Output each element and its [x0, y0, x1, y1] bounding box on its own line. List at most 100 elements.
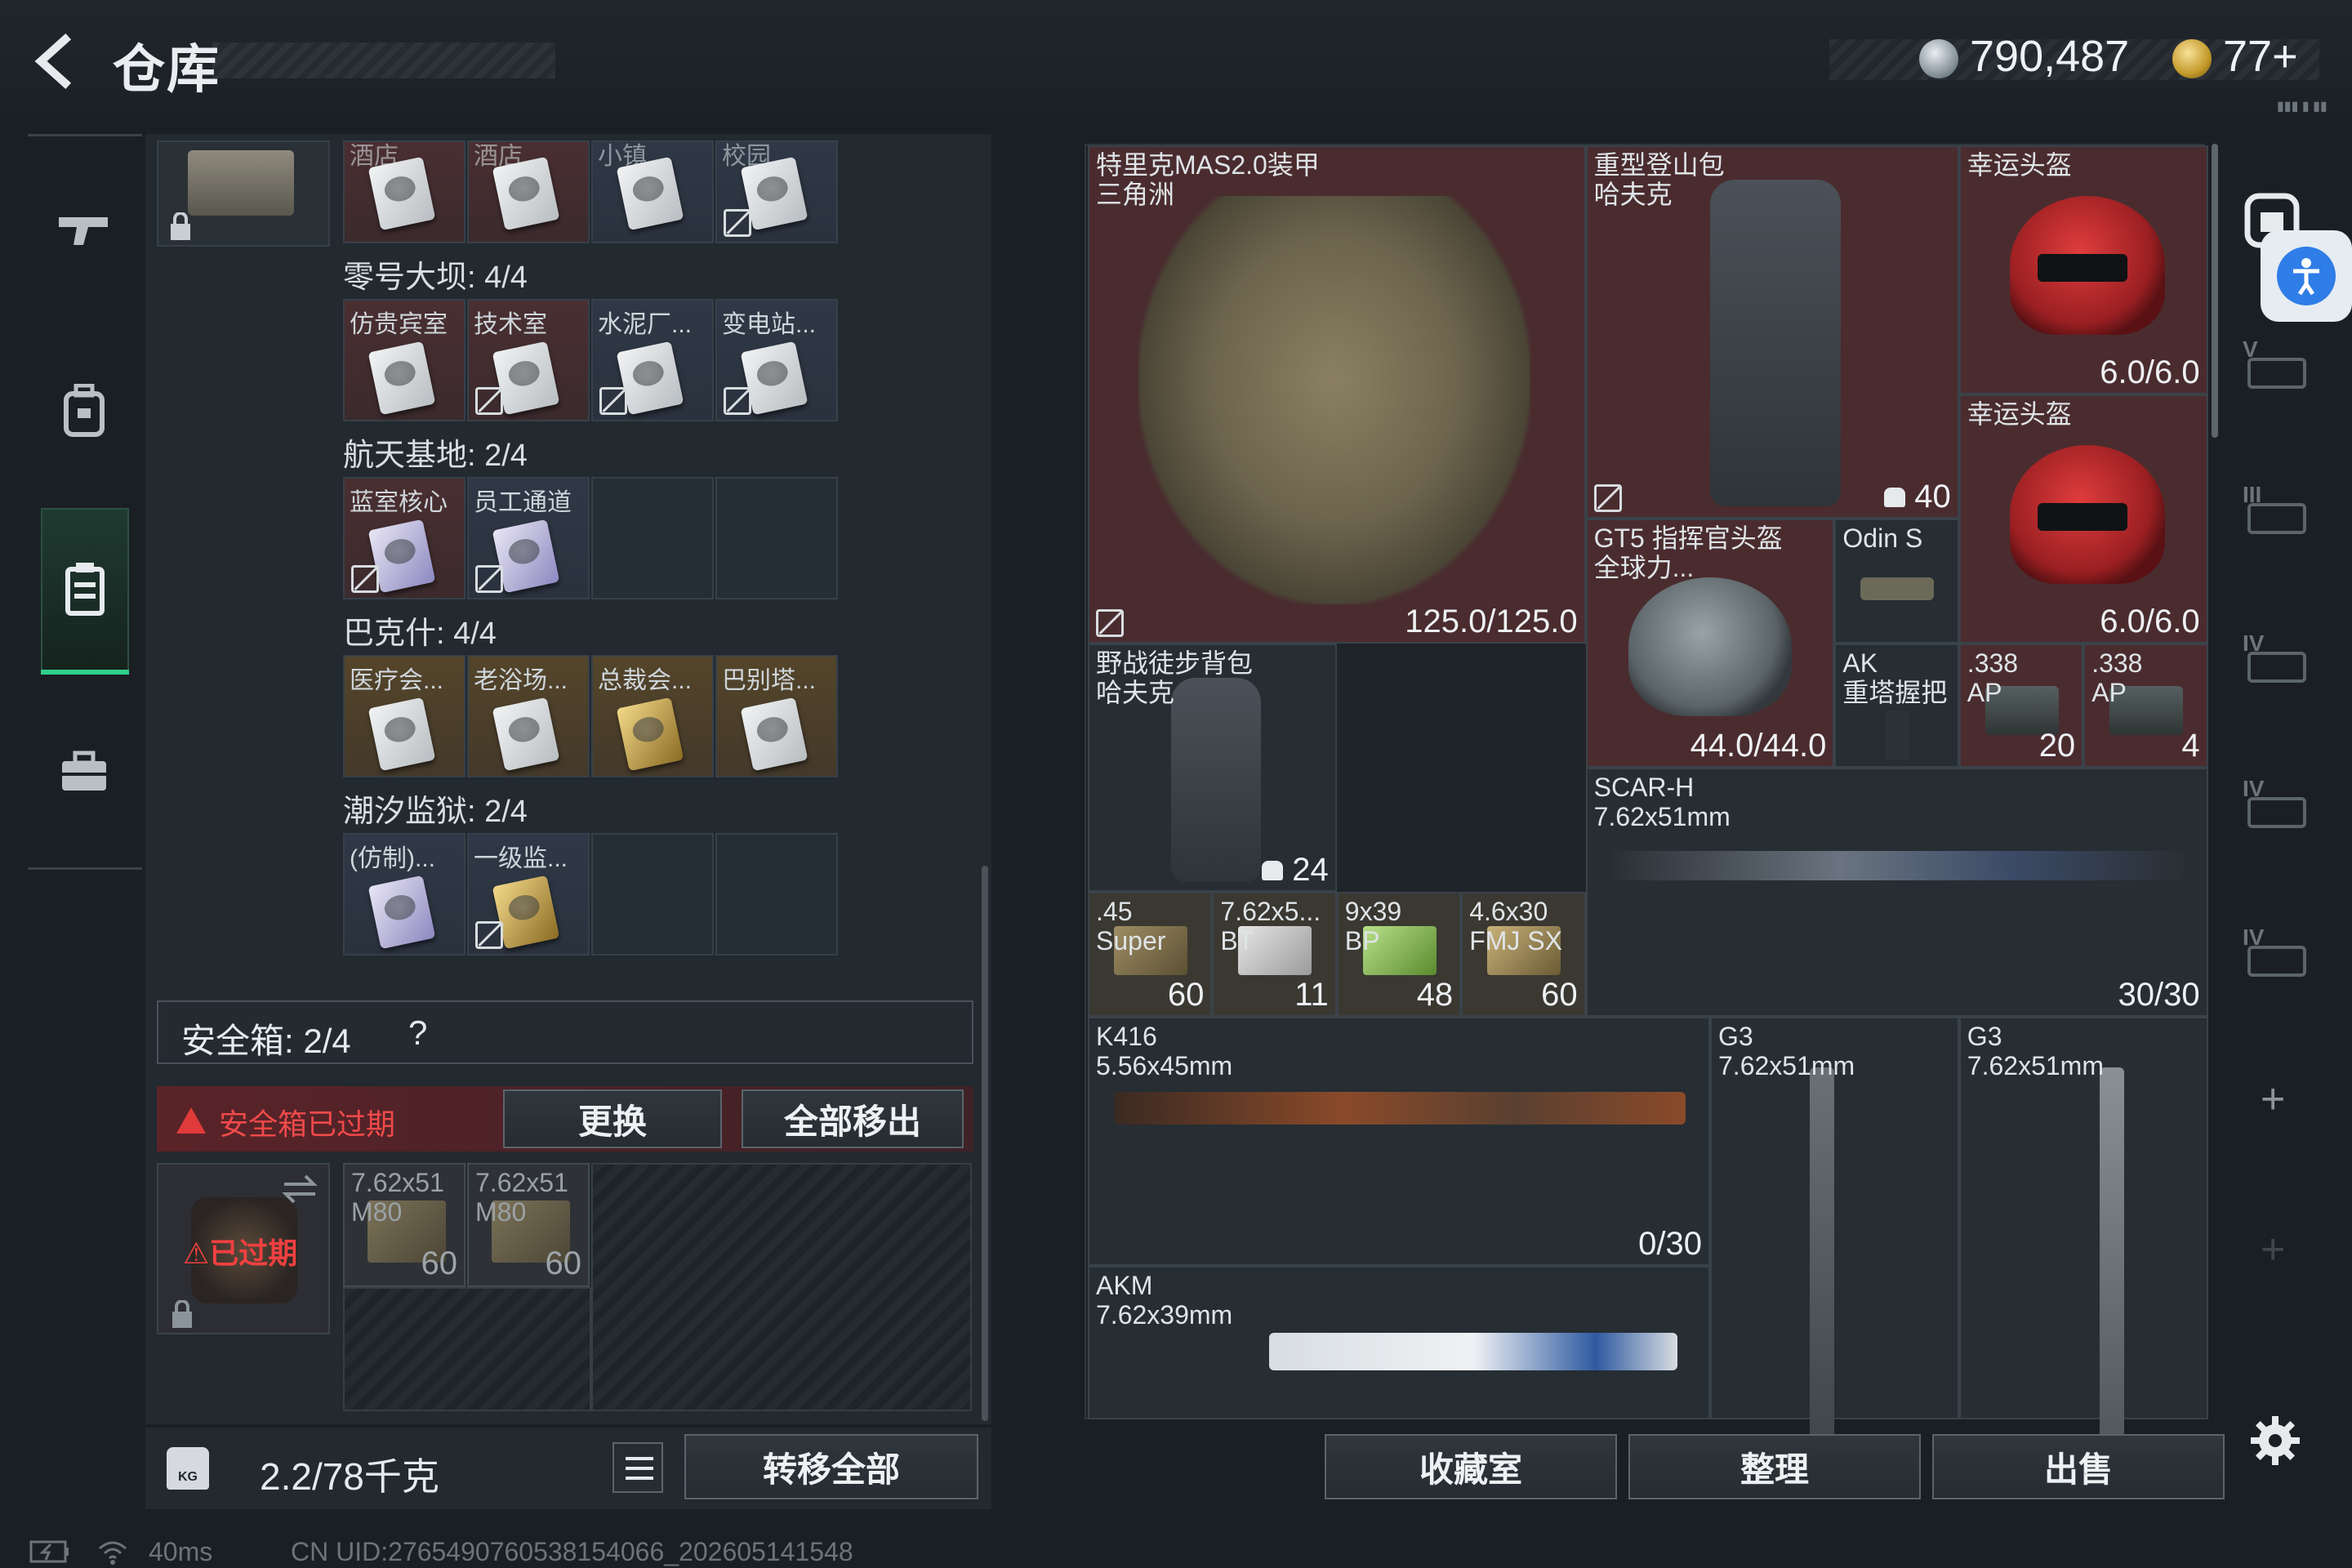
ammo-count: 60: [545, 1245, 582, 1281]
title-stripe: [212, 42, 555, 78]
item-a939[interactable]: 9x39 BP 48: [1336, 892, 1462, 1017]
collection-room-button[interactable]: 收藏室: [1325, 1434, 1617, 1499]
keycard-slot[interactable]: 水泥厂...: [591, 299, 714, 421]
item-ap2[interactable]: .338 AP 4: [2083, 643, 2208, 768]
active-tab-indicator: [41, 670, 129, 675]
keycard-slot[interactable]: 仿贵宾室: [343, 299, 466, 421]
item-a45[interactable]: .45 Super 60: [1088, 892, 1213, 1017]
gear-slot-icon[interactable]: IV: [2239, 924, 2310, 982]
transfer-all-button[interactable]: 转移全部: [684, 1434, 978, 1499]
item-gt5[interactable]: GT5 指挥官头盔 全球力... 44.0/44.0: [1585, 519, 1835, 768]
keycard-slot[interactable]: 老浴场...: [467, 655, 590, 777]
item-value: 44.0/44.0: [1690, 727, 1827, 764]
keycard-label: 员工通道: [474, 489, 572, 516]
item-a762[interactable]: 7.62x5... BT 11: [1212, 892, 1337, 1017]
gear-slot-icon[interactable]: III: [2239, 482, 2310, 539]
swap-icon[interactable]: [281, 1173, 318, 1205]
grip-icon: [1885, 710, 1910, 760]
keycard-slot[interactable]: (仿制)...: [343, 833, 466, 956]
item-value: 60: [1167, 976, 1205, 1013]
backpack-icon: [1171, 677, 1261, 882]
add-slot-icon[interactable]: +: [2239, 1070, 2310, 1127]
replace-button[interactable]: 更换: [503, 1089, 722, 1148]
map-group-title: 潮汐监狱: 2/4: [343, 795, 528, 829]
keycard-slot[interactable]: 酒店...: [343, 140, 466, 243]
keycard-slot[interactable]: 员工通道: [467, 477, 590, 599]
scope-icon: [1860, 577, 1935, 601]
item-value: 40: [1914, 479, 1951, 515]
keycard-icon: [740, 697, 808, 772]
keycard-slot[interactable]: [715, 833, 838, 956]
no-insurance-icon: [724, 387, 751, 415]
keycard-slot[interactable]: 总裁会...: [591, 655, 714, 777]
toolbox-tab-icon[interactable]: [47, 735, 121, 808]
item-helm2[interactable]: 幸运头盔 6.0/6.0: [1958, 394, 2208, 644]
keycard-label: 变电站...: [722, 311, 817, 338]
item-value: 6.0/6.0: [2100, 354, 2200, 390]
safebox-item[interactable]: ⚠已过期: [157, 1163, 330, 1334]
keycard-label: 蓝室核心: [350, 489, 448, 516]
item-odin[interactable]: Odin S: [1834, 519, 1959, 644]
gear-slot-icon[interactable]: IV: [2239, 776, 2310, 833]
rifle-icon: [1611, 851, 2184, 880]
no-insurance-icon: [1593, 484, 1622, 513]
list-view-icon[interactable]: [612, 1442, 663, 1493]
keycard-slot[interactable]: [715, 477, 838, 599]
keycard-slot[interactable]: 蓝室核心: [343, 477, 466, 599]
no-insurance-icon: [599, 387, 627, 415]
lock-icon: [171, 212, 190, 240]
keycard-slot[interactable]: 一级监...: [467, 833, 590, 956]
settings-gear-icon[interactable]: [2247, 1413, 2303, 1468]
item-name: 特里克MAS2.0装甲 三角洲: [1096, 150, 1320, 209]
item-bag[interactable]: 重型登山包 哈夫克 40: [1585, 145, 1959, 519]
keycard-holder-item[interactable]: [157, 140, 330, 247]
item-vest[interactable]: 特里克MAS2.0装甲 三角洲 125.0/125.0: [1088, 145, 1586, 644]
keycard-label: 老浴场...: [474, 667, 568, 694]
item-ap1[interactable]: .338 AP 20: [1958, 643, 2084, 768]
accessibility-button[interactable]: [2261, 230, 2352, 322]
storage-tab-icon[interactable]: [41, 508, 129, 671]
item-scar[interactable]: SCAR-H 7.62x51mm 30/30: [1585, 768, 2208, 1017]
keycard-slot[interactable]: 巴别塔...: [715, 655, 838, 777]
item-akm[interactable]: AKM 7.62x39mm: [1088, 1265, 1710, 1419]
gear-slot-icon[interactable]: IV: [2239, 630, 2310, 688]
add-slot-icon[interactable]: +: [2239, 1220, 2310, 1277]
keycard-slot[interactable]: 酒店...: [467, 140, 590, 243]
back-arrow-icon[interactable]: [26, 33, 83, 90]
item-name: 幸运头盔: [1967, 399, 2072, 429]
item-g3b[interactable]: G3 7.62x51mm: [1958, 1016, 2208, 1492]
safebox-help-icon[interactable]: ?: [408, 1013, 427, 1053]
safebox-ammo-slot[interactable]: 7.62x51 M80 60: [467, 1163, 590, 1287]
item-helm1[interactable]: 幸运头盔 6.0/6.0: [1958, 145, 2208, 394]
backpack-tab-icon[interactable]: [47, 374, 121, 448]
item-g3a[interactable]: G3 7.62x51mm: [1710, 1016, 1959, 1492]
keycard-label: 技术室: [474, 311, 547, 338]
remove-all-button[interactable]: 全部移出: [742, 1089, 964, 1148]
item-fbag[interactable]: 野战徒步背包 哈夫克 24: [1088, 643, 1337, 893]
keycard-slot[interactable]: 技术室: [467, 299, 590, 421]
keycard-slot[interactable]: 变电站...: [715, 299, 838, 421]
ammo-label: 7.62x51 M80: [475, 1168, 568, 1227]
currency-silver-value: 790,487: [1970, 32, 2130, 81]
item-a46[interactable]: 4.6x30 FMJ SX 60: [1461, 892, 1586, 1017]
safebox-ammo-slot[interactable]: 7.62x51 M80 60: [343, 1163, 466, 1287]
keycard-label: 医疗会...: [350, 667, 444, 694]
keycard-slot[interactable]: 医疗会...: [343, 655, 466, 777]
wifi-icon: [99, 1541, 127, 1565]
weapon-tab-icon[interactable]: [47, 193, 121, 266]
grid-scrollbar[interactable]: [2212, 144, 2218, 438]
sell-button[interactable]: 出售: [1932, 1434, 2225, 1499]
sort-button[interactable]: 整理: [1628, 1434, 1921, 1499]
keycard-slot[interactable]: [591, 477, 714, 599]
gold-coin-icon: [2172, 39, 2212, 78]
keycard-slot[interactable]: 校园...: [715, 140, 838, 243]
gear-slot-icon[interactable]: V: [2239, 336, 2310, 394]
keycard-slot[interactable]: [591, 833, 714, 956]
keycard-label: 水泥厂...: [598, 311, 693, 338]
currency-gold-value[interactable]: 77+: [2223, 31, 2298, 82]
left-scrollbar[interactable]: [982, 866, 988, 1421]
keycard-slot[interactable]: 小镇...: [591, 140, 714, 243]
add-label: +: [2261, 1076, 2286, 1123]
item-akgrip[interactable]: AK 重塔握把: [1834, 643, 1959, 768]
item-k416[interactable]: K416 5.56x45mm 0/30: [1088, 1016, 1710, 1266]
